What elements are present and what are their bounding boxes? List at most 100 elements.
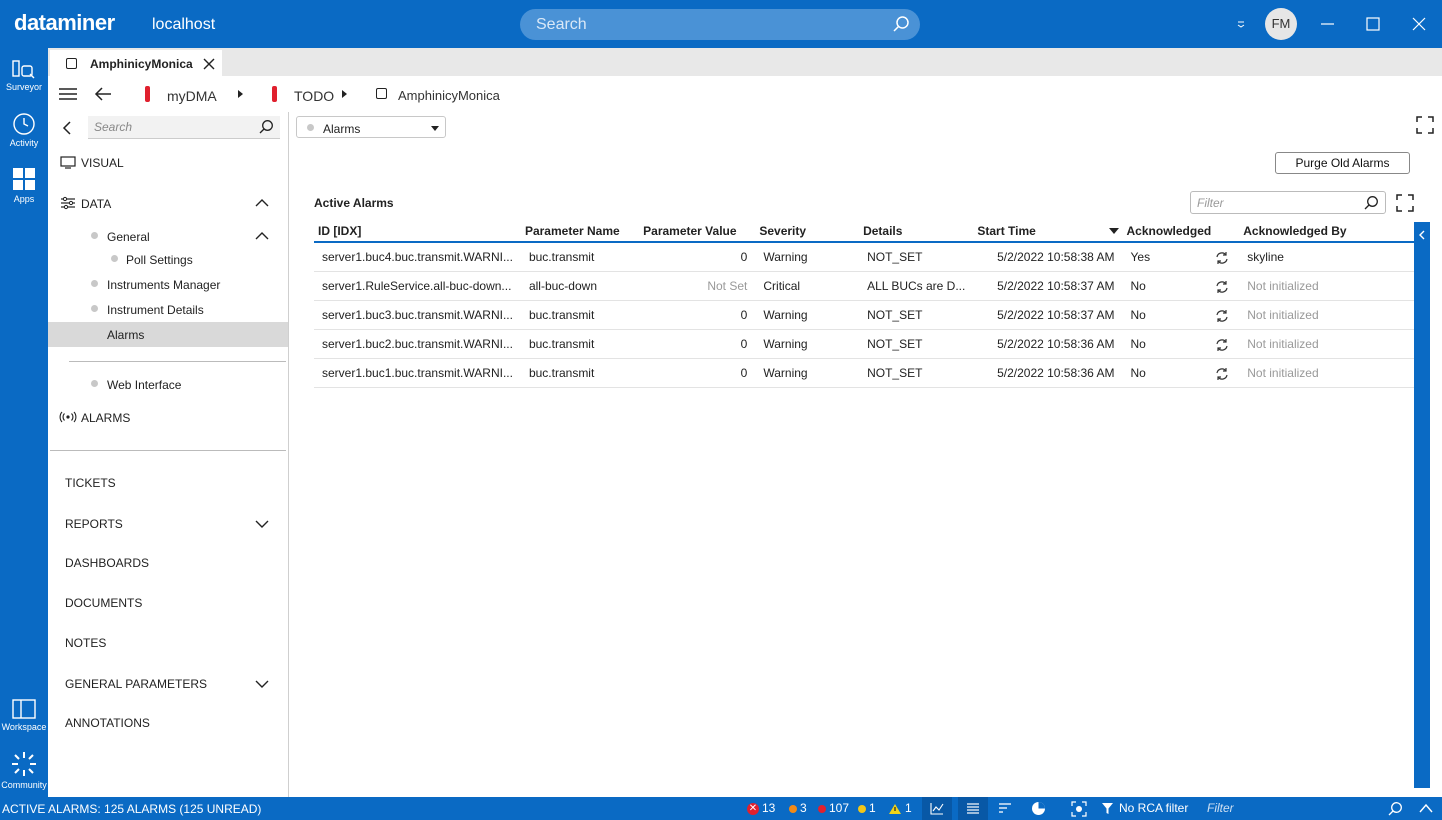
chevron-down-icon[interactable] [254, 679, 270, 689]
column-header[interactable]: Parameter Value [639, 220, 756, 243]
fullscreen-icon[interactable] [1416, 116, 1434, 134]
close-icon[interactable] [1407, 12, 1431, 36]
side-panel-toggle[interactable] [1414, 222, 1430, 788]
nav-item-notes[interactable]: NOTES [65, 636, 106, 650]
fullscreen-table-icon[interactable] [1396, 194, 1414, 212]
search-icon[interactable] [1387, 801, 1403, 817]
nav-item-data[interactable]: DATA [81, 197, 111, 211]
nav-item-documents[interactable]: DOCUMENTS [65, 596, 142, 610]
cell-start-time: 5/2/2022 10:58:36 AM [973, 329, 1123, 359]
trend-view-button[interactable] [922, 797, 952, 820]
search-icon[interactable] [1363, 195, 1379, 211]
search-icon[interactable] [258, 119, 274, 135]
acknowledge-icon[interactable] [1215, 338, 1229, 352]
monitor-icon [60, 156, 76, 169]
chevron-up-icon[interactable] [254, 231, 270, 241]
major-alarm-count[interactable]: 3 [789, 801, 807, 815]
acknowledge-icon[interactable] [1215, 309, 1229, 323]
column-header[interactable]: Severity [755, 220, 860, 243]
global-search[interactable] [520, 9, 920, 40]
sort-icon[interactable] [998, 802, 1012, 815]
status-dot [91, 232, 98, 239]
breadcrumb-arrow-icon[interactable] [238, 90, 243, 98]
column-header[interactable]: Parameter Name [520, 220, 640, 243]
nav-item-instruments-manager[interactable]: Instruments Manager [107, 278, 220, 292]
search-icon[interactable] [892, 15, 910, 33]
table-filter-input[interactable] [1197, 196, 1357, 210]
acknowledge-icon[interactable] [1215, 280, 1229, 294]
status-filter-input[interactable] [1201, 798, 1381, 818]
nav-item-visual[interactable]: VISUAL [81, 156, 124, 170]
nav-item-dashboards[interactable]: DASHBOARDS [65, 556, 149, 570]
close-tab-icon[interactable] [202, 57, 216, 71]
minimize-icon[interactable] [1315, 12, 1339, 36]
cell-parameter-name: buc.transmit [520, 242, 640, 272]
rca-filter[interactable]: No RCA filter [1101, 801, 1188, 815]
rail-community[interactable]: Community [0, 750, 48, 790]
global-search-input[interactable] [536, 14, 876, 35]
breadcrumb-item-element[interactable]: AmphinicyMonica [398, 88, 500, 103]
nav-item-general[interactable]: General [107, 230, 150, 244]
maximize-icon[interactable] [1361, 12, 1385, 36]
alarm-state-bar [272, 86, 277, 102]
nav-search[interactable] [88, 116, 280, 139]
nav-selected-highlight [48, 322, 288, 347]
table-row[interactable]: server1.buc1.buc.transmit.WARNI... buc.t… [314, 358, 1414, 388]
table-row[interactable]: server1.buc4.buc.transmit.WARNI... buc.t… [314, 242, 1414, 272]
purge-old-alarms-button[interactable]: Purge Old Alarms [1275, 152, 1410, 174]
view-select[interactable]: Alarms [296, 116, 446, 138]
notice-alarm-count[interactable]: 1 [888, 801, 912, 815]
chevron-down-icon[interactable] [1234, 17, 1248, 31]
cell-parameter-name: buc.transmit [520, 329, 640, 359]
collapse-panel-icon[interactable] [61, 120, 73, 136]
active-alarms-table: ID [IDX] Parameter Name Parameter Value … [314, 220, 1414, 388]
nav-item-instrument-details[interactable]: Instrument Details [107, 303, 204, 317]
nav-item-alarms-section[interactable]: ALARMS [81, 411, 130, 425]
table-filter[interactable] [1190, 191, 1386, 214]
element-icon [66, 58, 77, 69]
cell-details: NOT_SET [859, 329, 974, 359]
column-header-sorted[interactable]: Start Time [973, 220, 1123, 243]
critical-alarm-count[interactable]: ✕ 13 [747, 801, 775, 815]
rail-apps[interactable]: Apps [0, 166, 48, 204]
status-filter[interactable] [1201, 798, 1411, 819]
hamburger-menu-icon[interactable] [58, 86, 78, 102]
chevron-up-icon[interactable] [1419, 803, 1433, 813]
back-arrow-icon[interactable] [94, 86, 112, 102]
avatar[interactable]: FM [1265, 8, 1297, 40]
column-header[interactable]: Acknowledged [1122, 220, 1240, 243]
table-row[interactable]: server1.buc3.buc.transmit.WARNI... buc.t… [314, 300, 1414, 330]
breadcrumb-item-mydma[interactable]: myDMA [167, 88, 217, 104]
nav-item-general-parameters[interactable]: GENERAL PARAMETERS [65, 677, 207, 691]
rail-activity[interactable]: Activity [0, 112, 48, 148]
column-header[interactable]: Details [859, 220, 974, 243]
divider [69, 361, 286, 362]
nav-item-annotations[interactable]: ANNOTATIONS [65, 716, 150, 730]
nav-item-poll-settings[interactable]: Poll Settings [126, 253, 193, 267]
nav-search-input[interactable] [94, 120, 254, 134]
warning-alarm-count[interactable]: 1 [858, 801, 876, 815]
column-header[interactable]: ID [IDX] [314, 220, 521, 243]
chevron-up-icon[interactable] [254, 198, 270, 208]
active-alarms-status[interactable]: ACTIVE ALARMS: 125 ALARMS (125 UNREAD) [2, 802, 261, 816]
tab-amphinicymonica[interactable]: AmphinicyMonica [50, 50, 222, 76]
acknowledge-icon[interactable] [1215, 251, 1229, 265]
nav-item-alarms[interactable]: Alarms [107, 328, 144, 342]
nav-item-web-interface[interactable]: Web Interface [107, 378, 181, 392]
rail-workspace[interactable]: Workspace [0, 698, 48, 732]
pie-chart-icon[interactable] [1031, 801, 1046, 816]
sort-descending-icon [1108, 228, 1119, 234]
table-row[interactable]: server1.RuleService.all-buc-down... all-… [314, 271, 1414, 301]
nav-item-tickets[interactable]: TICKETS [65, 476, 116, 490]
focus-icon[interactable] [1071, 801, 1087, 817]
minor-alarm-count[interactable]: 107 [818, 801, 849, 815]
rail-surveyor[interactable]: Surveyor [0, 58, 48, 92]
chevron-down-icon[interactable] [254, 519, 270, 529]
nav-item-reports[interactable]: REPORTS [65, 517, 123, 531]
table-row[interactable]: server1.buc2.buc.transmit.WARNI... buc.t… [314, 329, 1414, 359]
breadcrumb-item-todo[interactable]: TODO [294, 88, 334, 104]
list-view-button[interactable] [958, 797, 988, 820]
column-header[interactable]: Acknowledged By [1239, 220, 1414, 243]
acknowledge-icon[interactable] [1215, 367, 1229, 381]
breadcrumb-arrow-icon[interactable] [342, 90, 347, 98]
